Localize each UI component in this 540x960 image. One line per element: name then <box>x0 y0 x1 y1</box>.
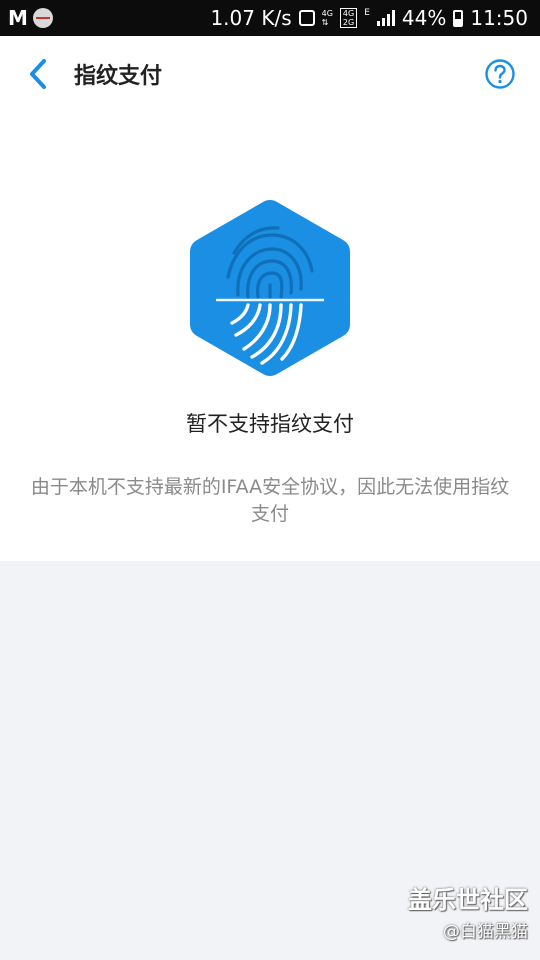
watermark-subtitle: @白猫黑猫 <box>443 922 528 942</box>
unsupported-message: 暂不支持指纹支付 <box>186 412 354 436</box>
unsupported-description: 由于本机不支持最新的IFAA安全协议，因此无法使用指纹支付 <box>30 476 510 525</box>
notification-ball-icon <box>32 8 53 28</box>
battery-icon <box>453 9 464 27</box>
question-circle-icon[interactable] <box>484 58 516 90</box>
status-left: M <box>8 6 53 30</box>
network-4g-label: 4G <box>321 9 333 18</box>
network-speed: 1.07 K/s <box>210 6 292 30</box>
fingerprint-hexagon-icon <box>190 200 350 376</box>
app-notification-icon: M <box>8 6 28 30</box>
battery-percent: 44% <box>401 6 447 30</box>
page-title: 指纹支付 <box>74 64 163 89</box>
data-saver-icon <box>298 10 315 26</box>
app-header: 指纹支付 <box>0 36 540 112</box>
sim-4g-label: 4G <box>342 9 355 18</box>
status-right: 1.07 K/s 4G ⇅ 4G 2G E 44% 11:50 <box>210 6 528 30</box>
edge-indicator: E <box>364 8 370 18</box>
data-arrows-icon: ⇅ <box>321 18 329 27</box>
network-4g-indicator: 4G ⇅ <box>322 9 333 27</box>
sim-2g-label: 2G <box>342 18 355 27</box>
chevron-left-icon <box>30 59 46 89</box>
status-bar: M 1.07 K/s 4G ⇅ 4G 2G E 44% 11:50 <box>0 0 540 36</box>
clock: 11:50 <box>470 6 528 30</box>
signal-icon <box>376 10 395 26</box>
content-card: 暂不支持指纹支付 由于本机不支持最新的IFAA安全协议，因此无法使用指纹支付 <box>0 112 540 561</box>
watermark-title: 盖乐世社区 <box>408 886 528 914</box>
back-button[interactable] <box>18 54 58 94</box>
sim-network-indicator: 4G 2G <box>339 8 358 28</box>
watermark: 盖乐世社区 @白猫黑猫 <box>408 880 528 942</box>
